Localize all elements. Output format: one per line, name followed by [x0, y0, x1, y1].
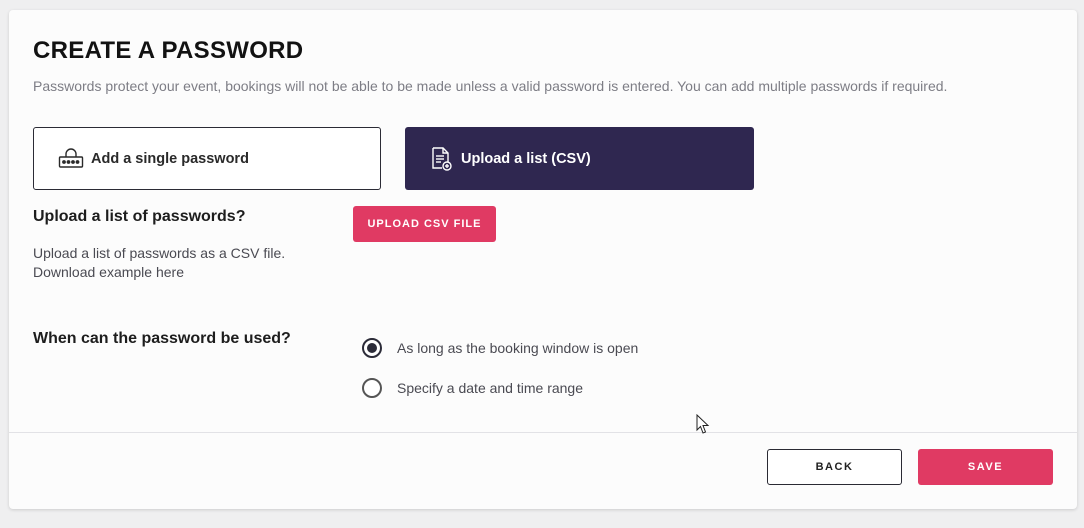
radio-date-range-label: Specify a date and time range [397, 380, 584, 396]
upload-csv-label: Upload a list (CSV) [461, 150, 591, 167]
save-button[interactable]: SAVE [918, 449, 1053, 485]
upload-description-text: Upload a list of passwords as a CSV file… [33, 245, 286, 261]
radio-checked-icon[interactable] [362, 338, 382, 358]
add-single-password-option[interactable]: Add a single password [33, 127, 381, 190]
radio-date-range[interactable]: Specify a date and time range [362, 378, 583, 398]
download-example-link[interactable]: Download example here [33, 263, 285, 282]
upload-csv-option[interactable]: Upload a list (CSV) [405, 127, 754, 190]
add-single-password-label: Add a single password [91, 150, 249, 167]
radio-unchecked-icon[interactable] [362, 378, 382, 398]
upload-csv-button[interactable]: UPLOAD CSV FILE [353, 206, 496, 242]
document-upload-icon [429, 146, 455, 172]
upload-heading: Upload a list of passwords? [33, 208, 246, 225]
page-subtitle: Passwords protect your event, bookings w… [33, 78, 948, 94]
radio-dot [367, 343, 377, 353]
create-password-card: CREATE A PASSWORD Passwords protect your… [9, 10, 1077, 509]
password-lock-icon [58, 146, 84, 172]
page-title: CREATE A PASSWORD [33, 37, 304, 64]
upload-description: Upload a list of passwords as a CSV file… [33, 244, 285, 282]
back-button[interactable]: BACK [767, 449, 902, 485]
footer-divider [9, 432, 1077, 433]
mouse-cursor-icon [696, 413, 710, 440]
radio-booking-window[interactable]: As long as the booking window is open [362, 338, 638, 358]
usage-heading: When can the password be used? [33, 330, 291, 347]
radio-booking-window-label: As long as the booking window is open [397, 340, 639, 356]
